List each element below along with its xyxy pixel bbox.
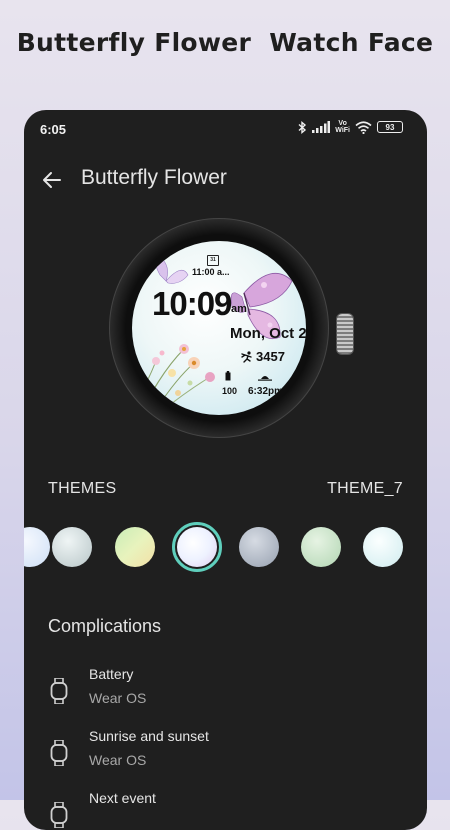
step-count: 3457	[256, 349, 285, 364]
calendar-icon: 31	[207, 255, 219, 266]
theme-swatch-5[interactable]	[239, 527, 279, 567]
phone-screen: 6:05 Vo WiFi 93 Butterfly Flower 31 11:0…	[24, 110, 427, 830]
complication-battery[interactable]: Battery Wear OS	[24, 666, 427, 716]
watch-preview: 31 11:00 a... 10:09 am Mon, Oct 28 3457 …	[109, 218, 353, 438]
theme-swatch-3[interactable]	[115, 527, 155, 567]
vowifi-bottom: WiFi	[335, 127, 350, 134]
watch-crown	[337, 314, 353, 354]
promo-title: Butterfly Flower Watch Face	[16, 28, 434, 57]
bluetooth-icon	[298, 120, 307, 134]
theme-swatch-6[interactable]	[301, 527, 341, 567]
watch-ampm: am	[231, 303, 247, 315]
complication-next-event[interactable]: Next event	[24, 790, 427, 830]
themes-header: THEMES THEME_7	[48, 480, 403, 498]
signal-icon	[312, 121, 331, 133]
running-icon	[241, 351, 252, 363]
complication-sunrise-sunset[interactable]: Sunrise and sunset Wear OS	[24, 728, 427, 778]
battery-level: 100	[222, 386, 238, 396]
theme-picker	[24, 522, 427, 572]
wifi-icon	[355, 120, 372, 134]
sunset-icon	[258, 376, 272, 381]
complication-name: Next event	[89, 790, 156, 806]
watch-icon	[50, 678, 68, 704]
vowifi-icon: Vo WiFi	[335, 120, 350, 134]
app-bar: Butterfly Flower	[24, 162, 427, 198]
watch-icon	[50, 740, 68, 766]
complication-name: Sunrise and sunset	[89, 728, 209, 744]
complication-source: Wear OS	[89, 752, 147, 768]
sunset-time: 6:32pm	[248, 386, 284, 397]
complication-source: Wear OS	[89, 690, 147, 706]
back-arrow-icon[interactable]	[40, 168, 64, 192]
status-icons: Vo WiFi 93	[298, 120, 403, 134]
battery-indicator: 93	[377, 121, 403, 133]
complications-title: Complications	[48, 616, 162, 636]
vowifi-top: Vo	[338, 120, 347, 127]
event-time: 11:00 a...	[192, 267, 230, 277]
complication-name: Battery	[89, 666, 134, 682]
themes-label: THEMES	[48, 480, 117, 497]
selected-theme-label: THEME_7	[327, 480, 403, 497]
status-time: 6:05	[40, 122, 67, 137]
status-bar: 6:05 Vo WiFi 93	[24, 110, 427, 150]
theme-swatch-2[interactable]	[52, 527, 92, 567]
watch-face: 31 11:00 a... 10:09 am Mon, Oct 28 3457 …	[132, 241, 306, 415]
theme-swatch-1[interactable]	[24, 527, 50, 567]
battery-icon	[225, 371, 231, 381]
watch-time: 10:09	[152, 285, 232, 322]
watch-date: Mon, Oct 28	[230, 325, 306, 342]
theme-swatch-4[interactable]	[177, 527, 217, 567]
theme-swatch-7[interactable]	[363, 527, 403, 567]
page-title: Butterfly Flower	[81, 166, 227, 189]
watch-icon	[50, 802, 68, 828]
